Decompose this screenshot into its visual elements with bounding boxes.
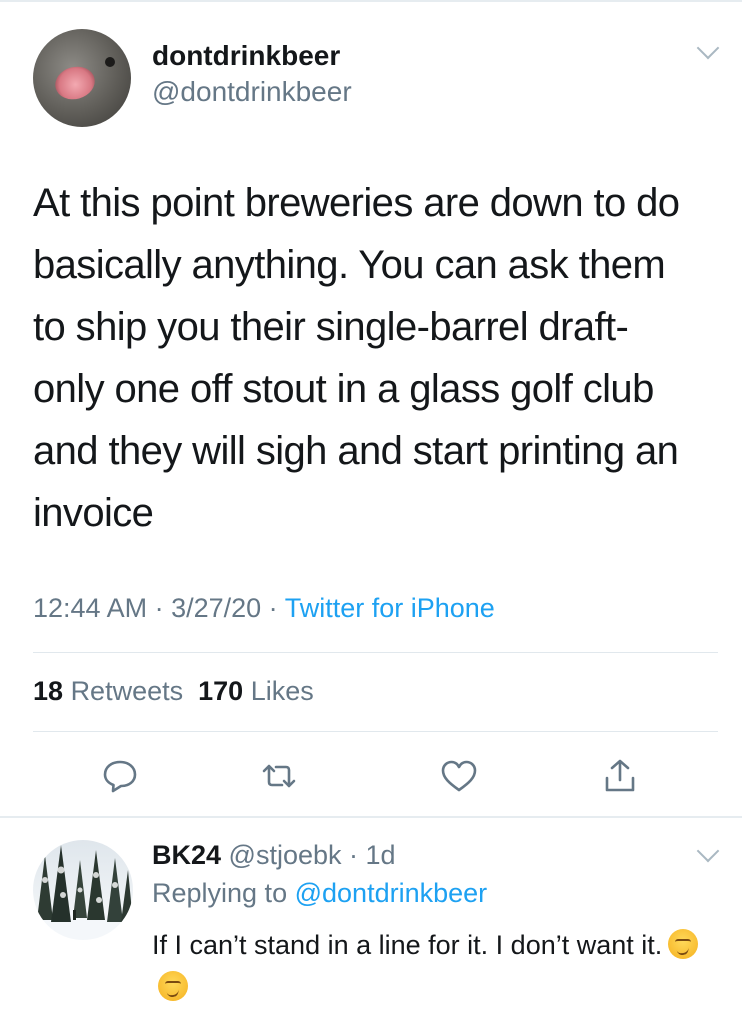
share-button[interactable] (600, 758, 640, 794)
likes-count: 170 (198, 676, 244, 706)
face-with-raised-eyebrow-emoji (158, 971, 188, 1001)
avatar[interactable] (33, 29, 131, 127)
face-with-raised-eyebrow-emoji (668, 929, 699, 959)
tweet-time: 12:44 AM (33, 593, 148, 623)
chevron-down-icon[interactable] (696, 839, 720, 863)
like-button[interactable] (439, 758, 479, 794)
reply-handle[interactable]: @stjoebk (229, 840, 342, 870)
likes-stat[interactable]: 170 Likes (198, 676, 314, 706)
tweet-text-line: and they will sigh and start printing an (33, 429, 679, 473)
tweet-text-line: At this point breweries are down to do (33, 181, 680, 225)
replying-prefix: Replying to (152, 878, 288, 908)
engagement-stats: 18 Retweets 170 Likes (33, 676, 314, 707)
divider (33, 731, 718, 732)
tweet-source-link[interactable]: Twitter for iPhone (285, 593, 495, 623)
tweet-text-line: only one off stout in a glass golf club (33, 367, 654, 411)
tweet-text-line: basically anything. You can ask them (33, 243, 666, 287)
retweet-button[interactable] (259, 758, 299, 794)
tweet-text: At this point breweries are down to do b… (33, 172, 723, 544)
retweets-count: 18 (33, 676, 64, 706)
divider (33, 652, 718, 653)
section-divider (0, 816, 742, 818)
tweet-text-line: invoice (33, 491, 154, 535)
replying-mention-link[interactable]: @dontdrinkbeer (295, 878, 488, 908)
avatar-eye (105, 57, 115, 67)
share-icon (605, 759, 635, 792)
reply-display-name[interactable]: BK24 (152, 840, 221, 870)
handle[interactable]: @dontdrinkbeer (152, 76, 352, 108)
meta-separator: · (341, 840, 366, 870)
tweet-text-line: to ship you their single-barrel draft- (33, 305, 629, 349)
top-divider (0, 0, 742, 2)
reply-text: If I can’t stand in a line for it. I don… (152, 924, 722, 1008)
reply-button[interactable] (100, 758, 140, 794)
reply-header: BK24 @stjoebk · 1d (152, 840, 396, 871)
replying-to: Replying to @dontdrinkbeer (152, 878, 487, 909)
retweets-stat[interactable]: 18 Retweets (33, 676, 183, 706)
reply-body: If I can’t stand in a line for it. I don… (152, 930, 663, 960)
retweet-icon (262, 764, 296, 788)
chevron-down-icon[interactable] (696, 36, 720, 60)
meta-separator: · (261, 593, 285, 623)
reply-age: 1d (365, 840, 396, 870)
avatar-mouth (51, 62, 99, 104)
display-name[interactable]: dontdrinkbeer (152, 40, 340, 72)
meta-separator: · (147, 593, 172, 623)
likes-label: Likes (250, 676, 314, 706)
retweets-label: Retweets (70, 676, 184, 706)
tweet-date: 3/27/20 (171, 593, 262, 623)
snowy-forest-image (33, 845, 133, 940)
like-icon (441, 760, 477, 792)
reply-icon (103, 760, 137, 793)
reply-avatar[interactable] (33, 840, 133, 940)
tweet-meta: 12:44 AM · 3/27/20 · Twitter for iPhone (33, 593, 495, 624)
